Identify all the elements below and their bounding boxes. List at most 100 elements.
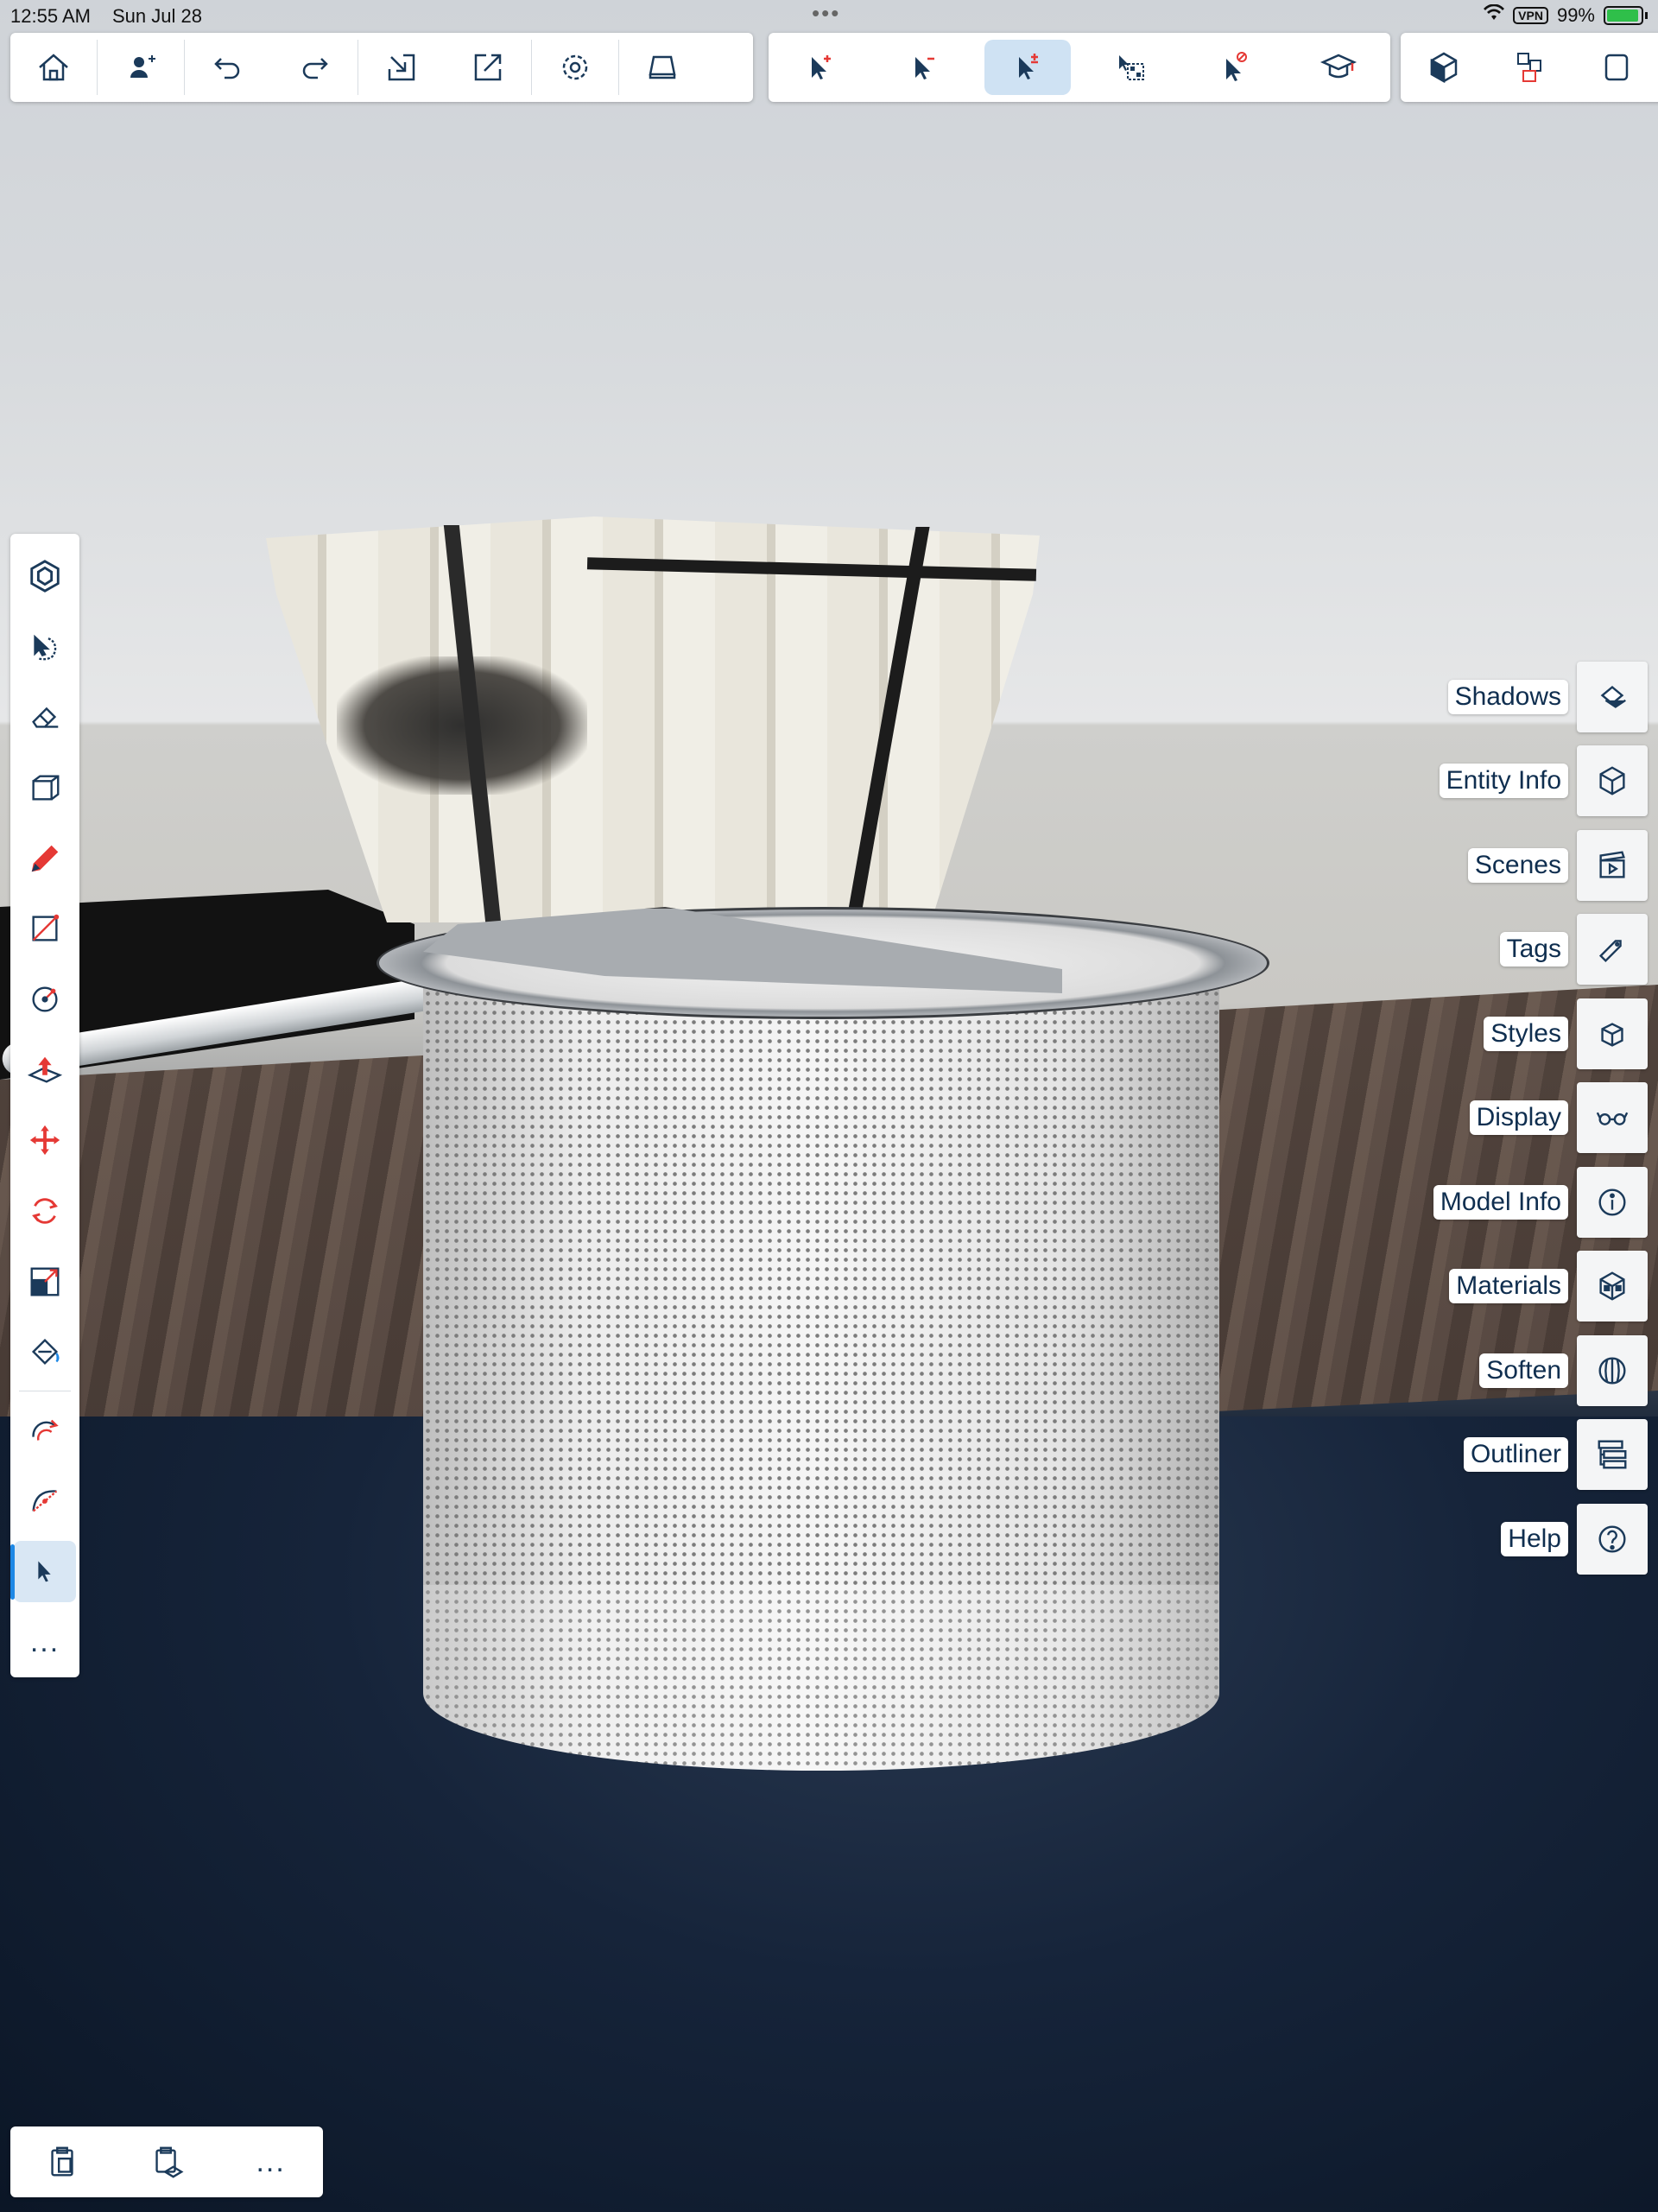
select-subtract-icon [915, 57, 934, 79]
settings-icon [562, 54, 588, 80]
rotate-tool[interactable] [14, 1180, 76, 1242]
battery-percent: 99% [1556, 4, 1595, 26]
components-toolbar [1401, 33, 1658, 102]
more-label: ... [256, 2145, 286, 2178]
orbit-tool[interactable] [14, 616, 76, 678]
panel-label: Shadows [1447, 679, 1568, 714]
push-pull-tool[interactable] [14, 1039, 76, 1101]
rectangle-icon [32, 915, 60, 941]
warehouse-icon [1604, 54, 1629, 81]
panel-label: Model Info [1433, 1184, 1568, 1220]
right-panel: Shadows Entity Info Scenes Tags Styles D… [1414, 655, 1648, 1581]
scale-icon [30, 1267, 60, 1296]
panel-item-soften[interactable]: Soften [1414, 1328, 1648, 1413]
panel-label: Entity Info [1439, 764, 1568, 799]
panel-item-display[interactable]: Display [1414, 1076, 1648, 1161]
panel-label: Display [1469, 1100, 1568, 1136]
push-pull-icon [27, 1056, 63, 1083]
tags-icon [1598, 940, 1622, 963]
status-bar: 12:55 AM Sun Jul 28 ••• VPN 99% [0, 0, 1658, 31]
settings-button[interactable] [532, 40, 618, 95]
multitasking-grabber[interactable]: ••• [812, 0, 840, 27]
select-exclude-button[interactable] [1192, 40, 1278, 95]
select-icon [38, 1562, 51, 1582]
panel-item-outliner[interactable]: Outliner [1414, 1413, 1648, 1498]
select-toggle-icon [1019, 54, 1038, 79]
add-person-button[interactable] [98, 40, 184, 95]
soften-icon [1598, 1357, 1626, 1385]
model-viewport[interactable] [0, 0, 1658, 2212]
tutorial-button[interactable] [1295, 40, 1382, 95]
eraser-icon [32, 707, 59, 728]
left-toolbar: ... [10, 534, 79, 1677]
panel-item-materials[interactable]: Materials [1414, 1245, 1648, 1329]
selection-toolbar [769, 33, 1390, 102]
move-icon [29, 1125, 60, 1156]
tray-icon [649, 55, 676, 79]
entity-info-icon [1599, 766, 1625, 795]
paint-bucket-icon [31, 1339, 60, 1366]
component-tool[interactable] [14, 545, 76, 607]
panel-label: Scenes [1467, 847, 1568, 883]
bottom-toolbar: ... [10, 2126, 323, 2197]
import-button[interactable] [358, 40, 445, 95]
pencil-tool[interactable] [14, 827, 76, 890]
components-browser-button[interactable] [1487, 40, 1573, 95]
component-icon [1430, 52, 1458, 84]
model-info-icon [1598, 1188, 1626, 1216]
panel-label: Help [1501, 1521, 1568, 1556]
more-options-button[interactable]: ... [232, 2132, 310, 2192]
box-tool[interactable] [14, 757, 76, 819]
battery-icon [1604, 6, 1643, 25]
panel-item-scenes[interactable]: Scenes [1414, 823, 1648, 908]
select-tool[interactable] [10, 1540, 76, 1603]
circle-tool[interactable] [14, 968, 76, 1030]
panel-label: Styles [1484, 1016, 1568, 1051]
tray-button[interactable] [619, 40, 706, 95]
undo-button[interactable] [185, 40, 271, 95]
scenes-icon [1599, 851, 1625, 878]
panel-label: Materials [1449, 1269, 1568, 1304]
component-icon [30, 560, 60, 593]
clipboard-button[interactable] [128, 2132, 206, 2192]
eraser-tool[interactable] [14, 686, 76, 748]
more-label: ... [29, 1625, 60, 1658]
export-button[interactable] [445, 40, 531, 95]
paste-button[interactable] [23, 2132, 101, 2192]
rectangle-tool[interactable] [14, 897, 76, 960]
export-icon [474, 54, 502, 81]
follow-me-icon [32, 1419, 59, 1441]
follow-me-tool[interactable] [14, 1399, 76, 1461]
select-add-button[interactable] [777, 40, 864, 95]
component-button[interactable] [1401, 40, 1487, 95]
outliner-icon [1598, 1440, 1627, 1469]
home-button[interactable] [10, 40, 97, 95]
circle-icon [32, 986, 58, 1012]
warehouse-button[interactable] [1573, 40, 1658, 95]
status-date: Sun Jul 28 [112, 5, 202, 27]
panel-item-model-info[interactable]: Model Info [1414, 1160, 1648, 1245]
box-icon [32, 775, 60, 801]
panel-item-help[interactable]: Help [1414, 1497, 1648, 1581]
select-exclude-icon [1226, 52, 1247, 81]
redo-button[interactable] [271, 40, 358, 95]
rotate-icon [32, 1198, 58, 1224]
panel-item-styles[interactable]: Styles [1414, 992, 1648, 1076]
help-icon [1598, 1525, 1626, 1553]
main-toolbar [10, 33, 753, 102]
paint-bucket-tool[interactable] [14, 1321, 76, 1384]
select-inside-button[interactable] [1088, 40, 1174, 95]
panel-item-shadows[interactable]: Shadows [1414, 655, 1648, 739]
panel-item-tags[interactable]: Tags [1414, 908, 1648, 992]
select-subtract-button[interactable] [881, 40, 967, 95]
arc-tool[interactable] [14, 1470, 76, 1532]
more-tools-button[interactable]: ... [14, 1611, 76, 1673]
select-toggle-button[interactable] [984, 40, 1071, 95]
vpn-badge: VPN [1513, 7, 1548, 24]
panel-label: Soften [1479, 1353, 1568, 1388]
panel-item-entity-info[interactable]: Entity Info [1414, 739, 1648, 824]
move-tool[interactable] [14, 1110, 76, 1172]
clipboard-icon [155, 2146, 184, 2178]
shadows-icon [1600, 685, 1626, 708]
scale-tool[interactable] [14, 1251, 76, 1313]
